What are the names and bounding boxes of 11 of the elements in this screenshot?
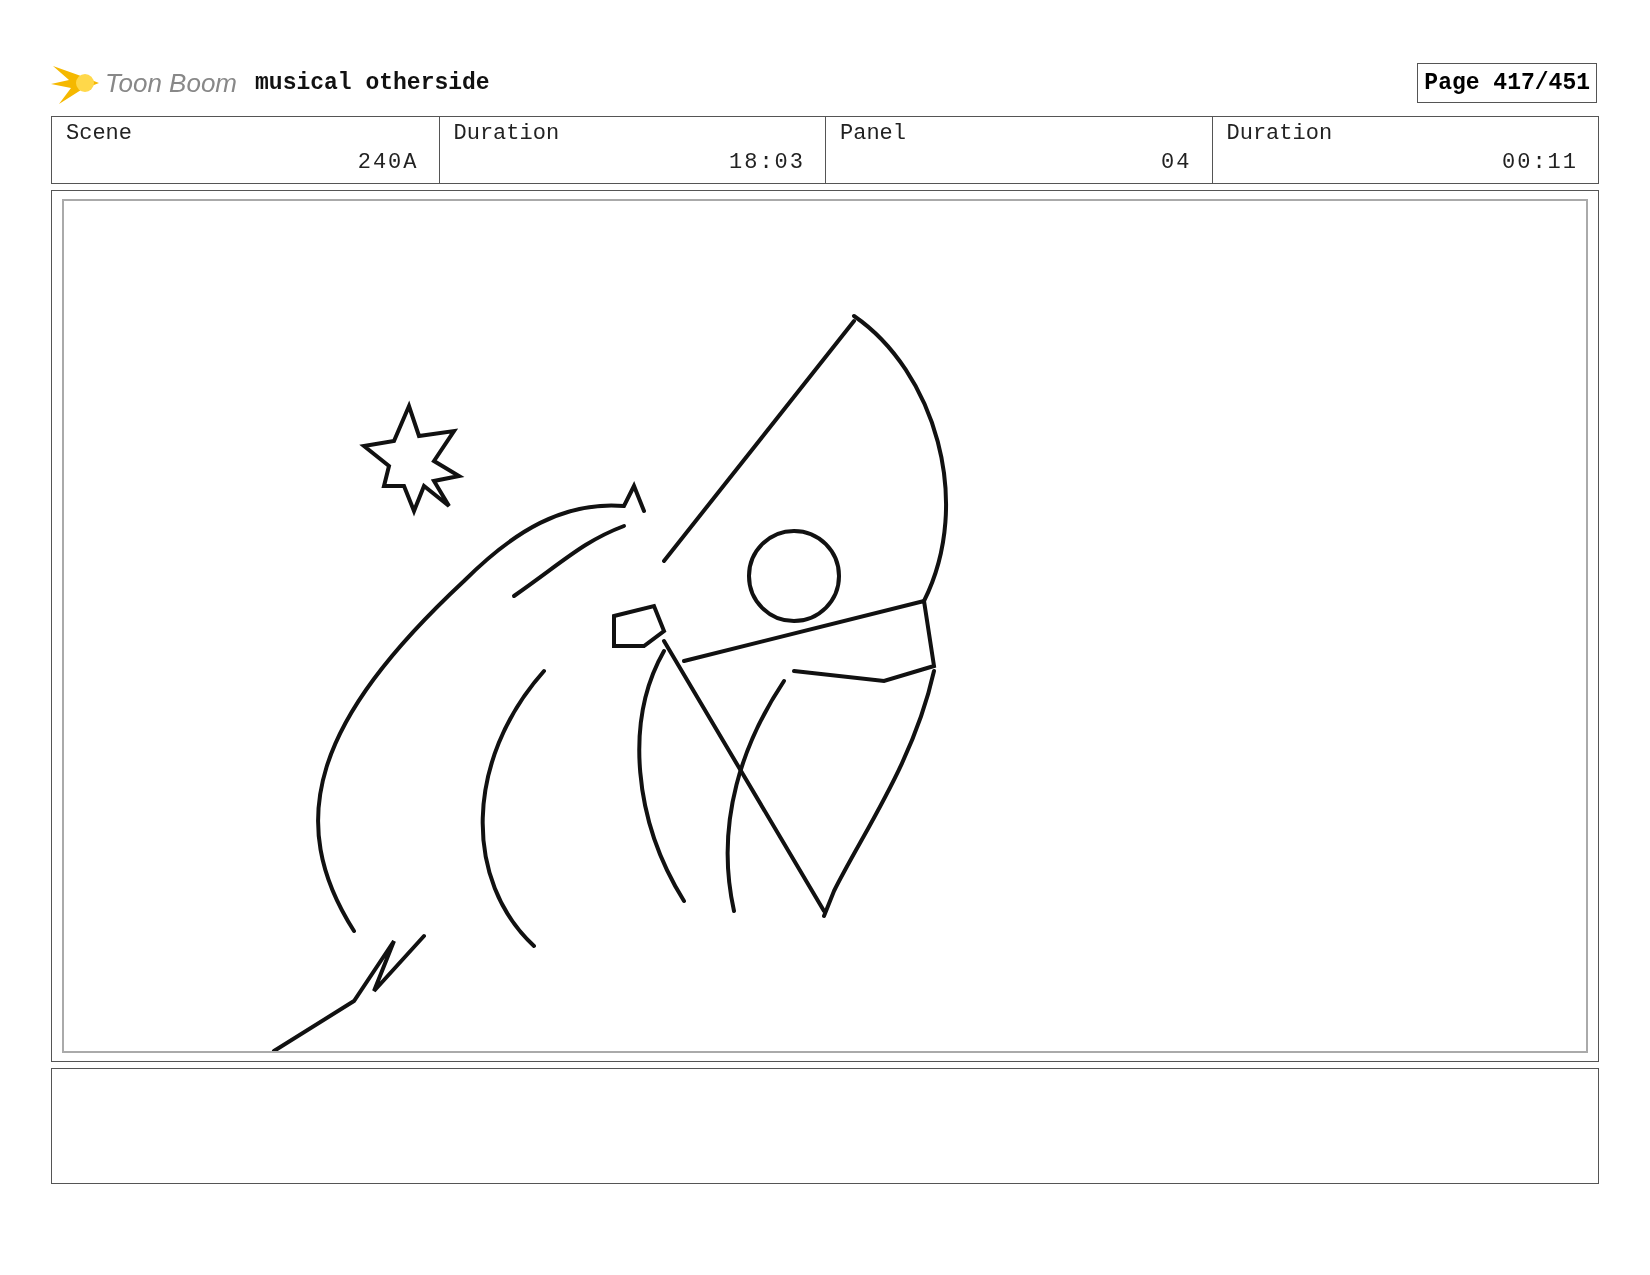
logo-text: Toon Boom [105,67,238,99]
project-title: musical otherside [255,70,490,96]
field-label: Scene [65,121,133,146]
field-label: Duration [1225,121,1334,146]
field-label: Panel [839,121,907,146]
field-value: 240A [357,150,420,175]
field-value: 04 [1161,150,1193,175]
page-number: Page 417/451 [1417,63,1597,103]
field-label: Duration [452,121,561,146]
field-value: 18:03 [729,150,806,175]
field-value: 00:11 [1502,150,1579,175]
